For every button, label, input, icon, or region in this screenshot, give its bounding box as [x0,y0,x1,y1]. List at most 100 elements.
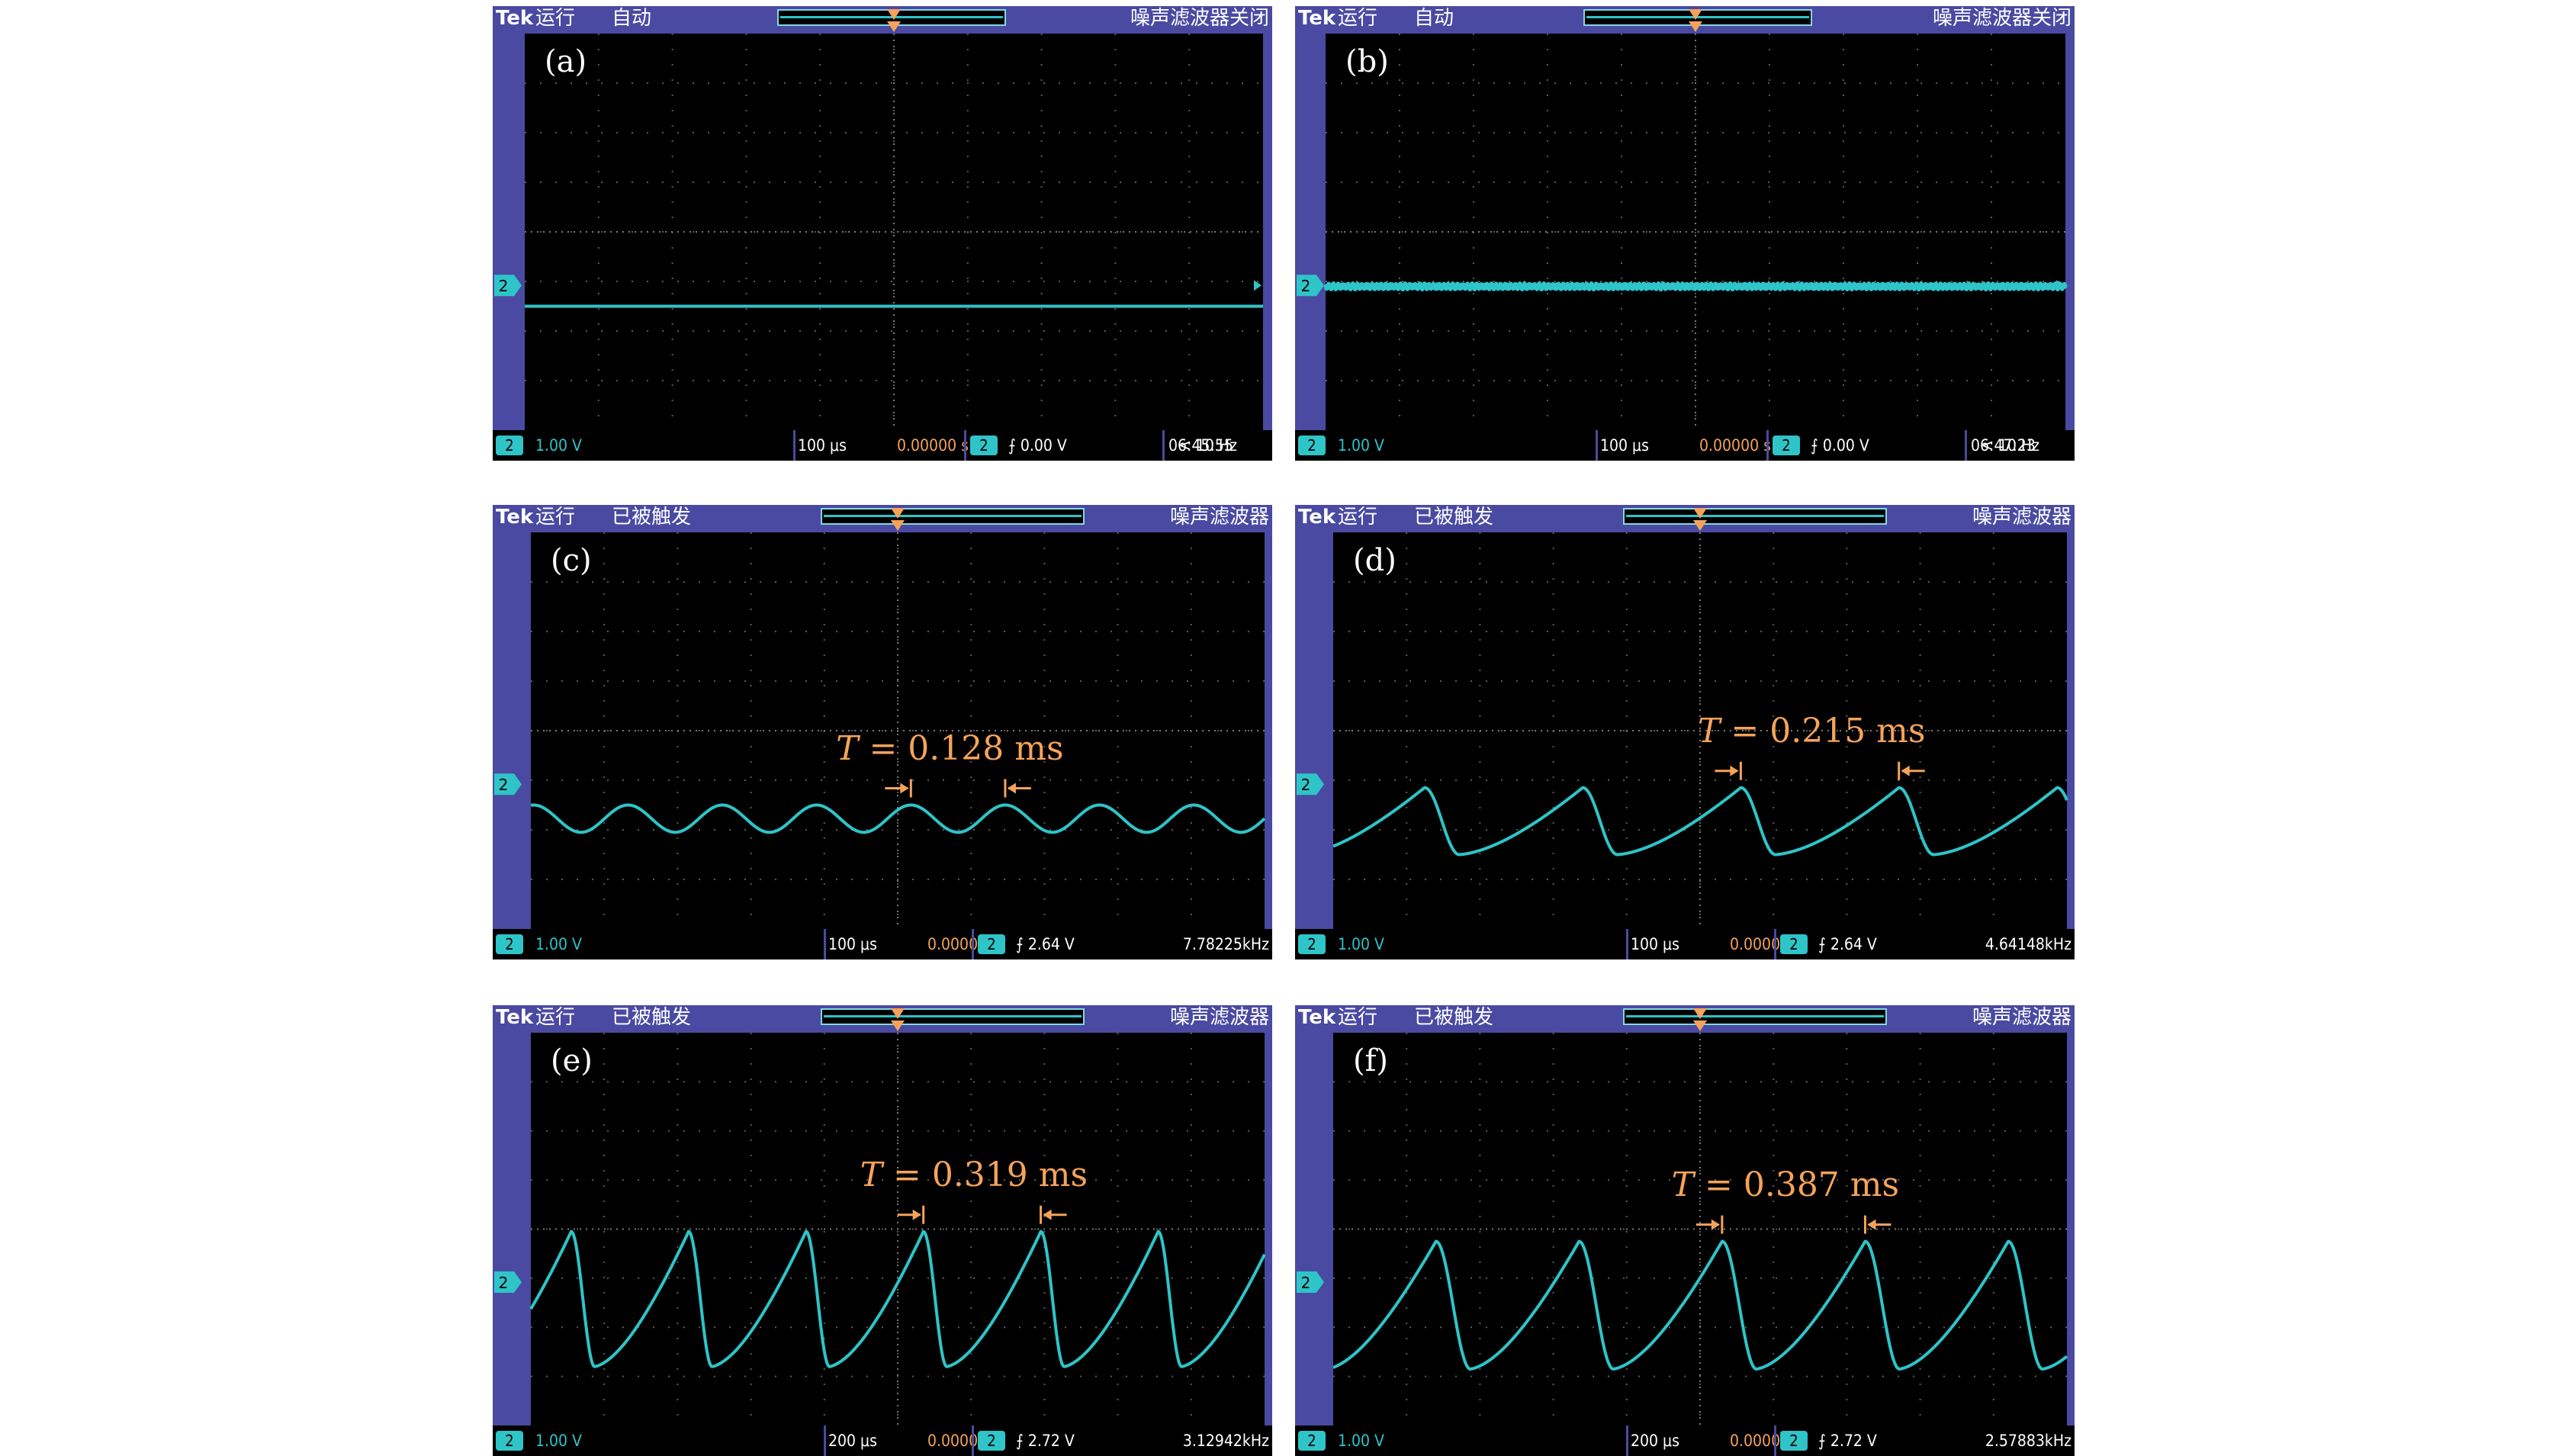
clock-readout: 06:45:55 [1168,436,1233,455]
period-annotation: T = 0.387 ms [1672,1165,1899,1204]
channel-2-ground-marker: 2 [1297,275,1324,297]
status-separator [972,929,974,959]
time-per-div: 200 μs [1631,1432,1679,1450]
status-separator [1774,929,1776,959]
channel-indicator: 2 [1298,1431,1326,1451]
panel-label: (a) [545,44,587,79]
trigger-position-marker [891,520,905,531]
channel-2-ground-marker: 2 [494,1271,522,1294]
scope-panel: Tek 运行 已被触发 噪声滤波器 2 T = 0.319 ms (e) 2 1.00 V 200… [493,1005,1272,1456]
channel-indicator: 2 [496,436,523,455]
trigger-position-marker [887,21,901,32]
channel-2-ground-marker: 2 [494,773,522,795]
status-separator [824,1425,826,1456]
status-separator [793,430,795,461]
scope-status-bar: 2 1.00 V 100 μs 0.00000 s 2 ⨍ 2.64 V 4.64148kH… [1295,929,2075,959]
period-annotation: T = 0.319 ms [860,1155,1088,1194]
trigger-position-marker [887,9,901,20]
period-annotation: T = 0.215 ms [1698,712,1925,750]
volts-per-div: 1.00 V [535,935,582,953]
trigger-position: 0.00000 s [897,436,969,455]
status-separator [1626,929,1628,959]
period-symbol: T [836,728,859,768]
trigger-channel-indicator: 2 [970,436,998,455]
channel-2-ground-marker-label: 2 [1301,776,1311,794]
period-symbol: T [1671,1165,1694,1204]
channel-indicator: 2 [1298,436,1326,455]
trigger-channel-indicator: 2 [1780,934,1808,954]
panel-label: (c) [551,543,592,578]
channel-2-ground-marker-label: 2 [1301,1274,1311,1292]
period-value: = 0.215 ms [1720,711,1926,750]
clock-readout: 06:47:23 [1971,436,2036,455]
channel-2-ground-marker-label: 2 [499,776,509,794]
period-symbol: T [1698,711,1721,750]
trigger-position-marker [1693,520,1707,531]
panel-label: (f) [1353,1043,1389,1078]
scope-panel: Tek 运行 已被触发 噪声滤波器 2 T = 0.128 ms (c) 2 1.00 V 100… [493,505,1272,959]
status-separator [1965,430,1967,461]
trigger-channel-indicator: 2 [1773,436,1800,455]
scope-status-bar: 2 1.00 V 100 μs 0.00000 s 2 ⨍ 0.00 V < 10 Hz 06… [493,430,1272,461]
trigger-level: ⨍ 2.64 V [1818,935,1877,953]
trigger-position-marker [1693,1008,1707,1019]
frequency-readout: 4.64148kHz [1985,935,2071,953]
scope-status-bar: 2 1.00 V 100 μs 0.00000 s 2 ⨍ 2.64 V 7.78225kH… [493,929,1272,959]
status-separator [1162,430,1165,461]
status-separator [824,929,826,959]
trigger-position-marker [891,1020,905,1031]
trigger-level: ⨍ 2.72 V [1016,1432,1075,1450]
time-per-div: 100 μs [828,935,877,953]
scope-status-bar: 2 1.00 V 200 μs 0.00000 s 2 ⨍ 2.72 V 3.12942kH… [493,1425,1272,1456]
scope-screen-svg: 2 [494,1008,1266,1425]
volts-per-div: 1.00 V [1338,1432,1384,1450]
scope-panel: Tek 运行 已被触发 噪声滤波器 2 T = 0.387 ms (f) 2 1.00 V 200… [1295,1005,2075,1456]
trigger-position-marker [1693,1020,1707,1031]
channel-2-ground-marker: 2 [494,275,522,297]
time-per-div: 200 μs [828,1432,877,1450]
channel-indicator: 2 [496,934,523,954]
trigger-level: ⨍ 2.64 V [1016,935,1075,953]
trigger-position-marker [1689,21,1702,32]
frequency-readout: 2.57883kHz [1985,1432,2071,1450]
scope-screen-svg: 2 [1297,9,2068,430]
trigger-position: 0.00000 s [1699,436,1771,455]
scope-screen-svg: 2 [494,9,1265,430]
panel-label: (e) [551,1043,593,1078]
channel-2-ground-marker: 2 [1297,1271,1324,1294]
frequency-readout: 3.12942kHz [1182,1432,1269,1450]
trigger-channel-indicator: 2 [1780,1431,1808,1451]
scope-status-bar: 2 1.00 V 200 μs 0.00000 s 2 ⨍ 2.72 V 2.57883kH… [1295,1425,2075,1456]
period-value: = 0.387 ms [1694,1165,1900,1204]
channel-indicator: 2 [496,1431,523,1451]
scope-status-bar: 2 1.00 V 100 μs 0.00000 s 2 ⨍ 0.00 V < 10 Hz 06… [1295,430,2075,461]
period-symbol: T [860,1155,882,1194]
status-separator [1766,430,1769,461]
channel-2-ground-marker-label: 2 [1301,277,1311,295]
volts-per-div: 1.00 V [535,436,582,455]
trigger-position-marker [891,508,905,519]
scope-panel: Tek 运行 自动 噪声滤波器关闭 2 (b) 2 1.00 V 100 μs 0.00000 s… [1295,6,2075,461]
status-separator [972,1425,974,1456]
volts-per-div: 1.00 V [1338,436,1384,455]
period-value: = 0.128 ms [858,728,1064,768]
panel-label: (d) [1353,543,1397,578]
trigger-position-marker [1689,9,1702,20]
channel-indicator: 2 [1298,934,1326,954]
volts-per-div: 1.00 V [1338,935,1384,953]
channel-2-ground-marker-label: 2 [499,1274,509,1292]
status-separator [1596,430,1598,461]
status-separator [1774,1425,1776,1456]
channel-2-ground-marker: 2 [1297,773,1324,795]
status-separator [1626,1425,1628,1456]
volts-per-div: 1.00 V [535,1432,582,1450]
trigger-channel-indicator: 2 [978,934,1005,954]
panel-label: (b) [1345,44,1389,79]
scope-panel: Tek 运行 自动 噪声滤波器关闭 2 (a) 2 1.00 V 100 μs 0.00000 s… [493,6,1272,461]
period-value: = 0.319 ms [882,1155,1088,1194]
time-per-div: 100 μs [1600,436,1649,455]
scope-panel: Tek 运行 已被触发 噪声滤波器 2 T = 0.215 ms (d) 2 1.00 V 100… [1295,505,2075,959]
trigger-level: ⨍ 2.72 V [1818,1432,1877,1450]
scope-screen-svg: 2 [1297,1008,2068,1425]
frequency-readout: 7.78225kHz [1182,935,1269,953]
